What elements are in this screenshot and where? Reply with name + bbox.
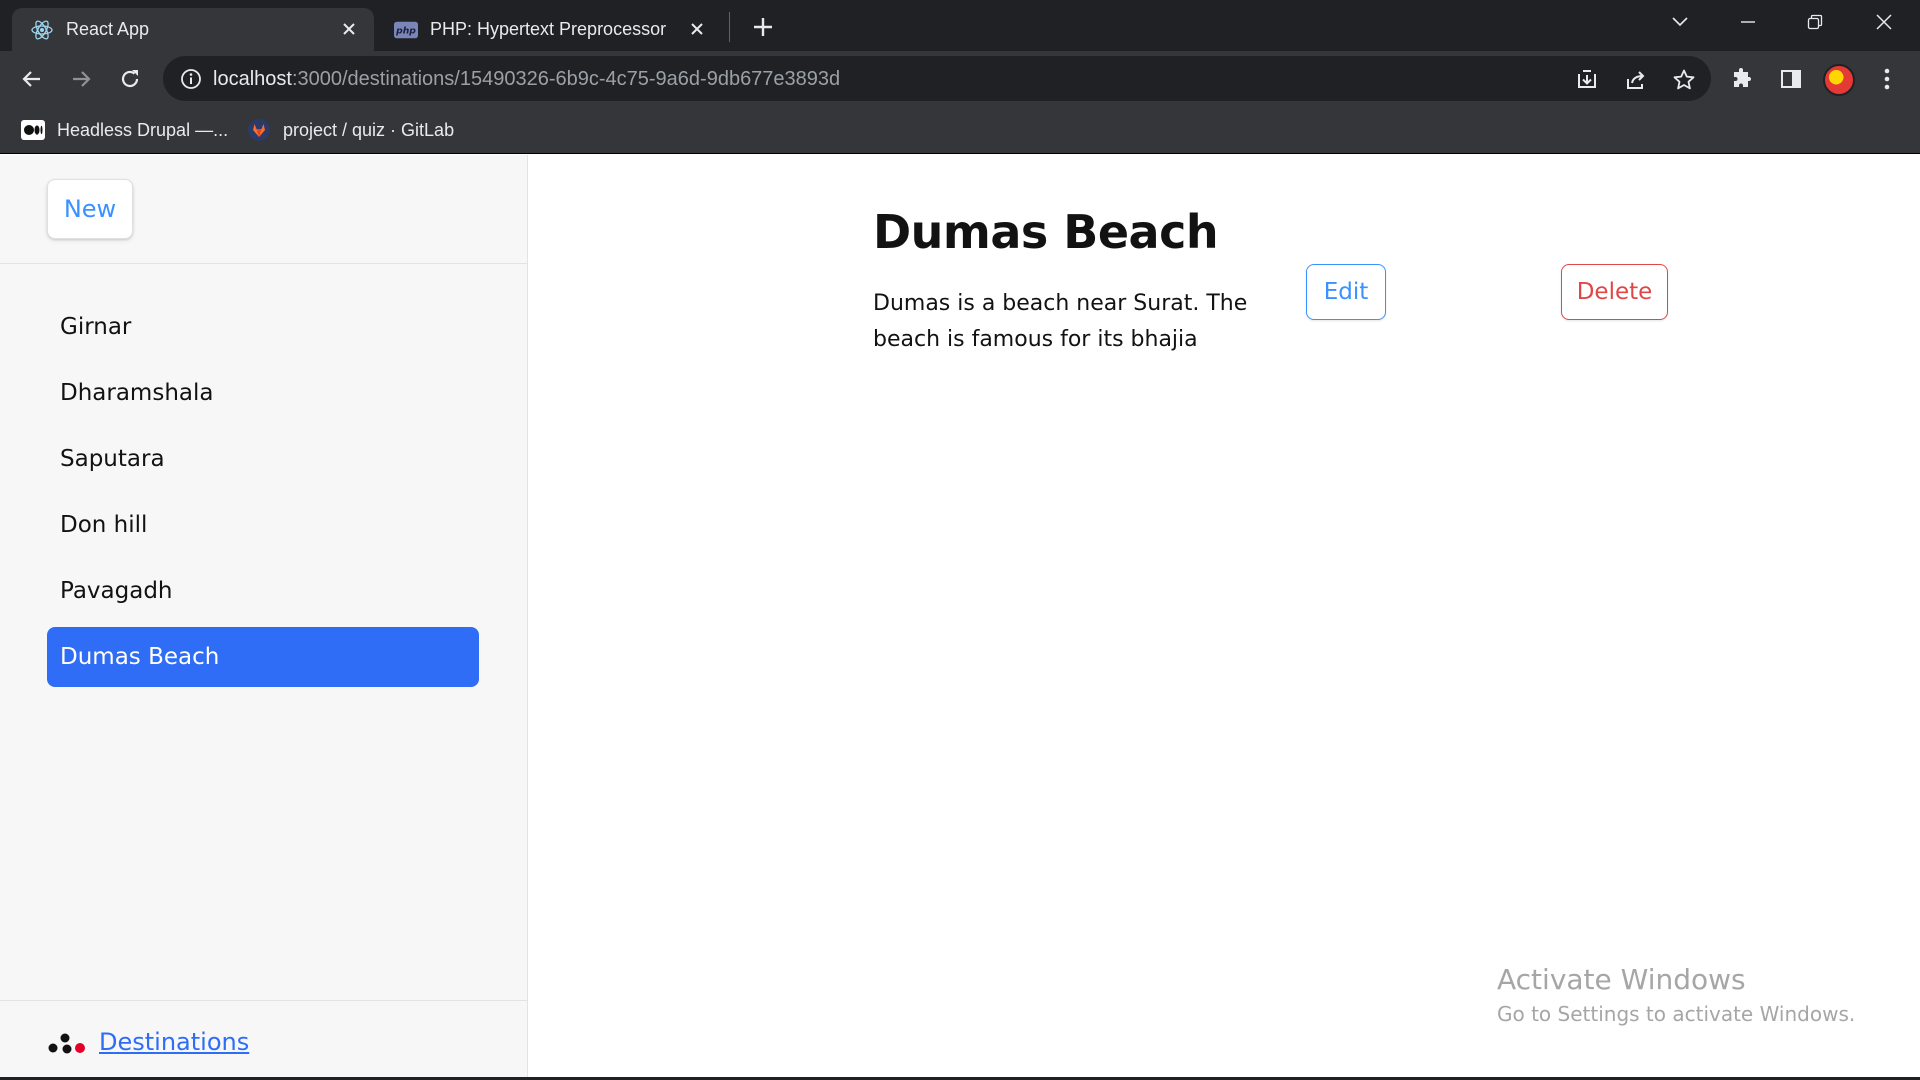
side-panel-icon[interactable] <box>1778 66 1804 92</box>
browser-tab-strip: React App php PHP: Hypertext Preprocesso… <box>0 0 1920 51</box>
sidebar-item-dumas-beach[interactable]: Dumas Beach <box>47 627 479 687</box>
close-tab-icon[interactable] <box>686 18 708 40</box>
tab-title: React App <box>66 19 150 39</box>
menu-kebab-icon[interactable] <box>1874 66 1900 92</box>
sidebar-item-saputara[interactable]: Saputara <box>47 429 479 489</box>
php-icon: php <box>394 18 418 42</box>
url-host: localhost <box>213 68 292 90</box>
back-icon[interactable] <box>17 64 47 94</box>
react-icon <box>30 18 54 42</box>
react-router-logo-icon <box>48 1033 85 1054</box>
new-tab-button[interactable] <box>748 12 778 42</box>
sidebar-footer: Destinations <box>0 1000 527 1080</box>
delete-button[interactable]: Delete <box>1561 264 1668 320</box>
brand: Destinations <box>47 1028 249 1056</box>
share-icon[interactable] <box>1623 67 1649 93</box>
sidebar-item-don-hill[interactable]: Don hill <box>47 495 479 555</box>
tab-react-app[interactable]: React App <box>12 8 374 51</box>
bookmark-label: project / quiz · GitLab <box>283 119 455 140</box>
app-root: New Girnar Dharamshala Saputara Don hill… <box>0 155 1920 1080</box>
install-app-icon[interactable] <box>1574 67 1600 93</box>
sidebar-header: New <box>0 155 527 264</box>
medium-icon <box>21 118 45 142</box>
bookmark-star-icon[interactable] <box>1671 67 1697 93</box>
destination-list: Girnar Dharamshala Saputara Don hill Pav… <box>47 297 479 693</box>
close-tab-icon[interactable] <box>338 18 360 40</box>
extensions-icon[interactable] <box>1729 66 1755 92</box>
close-window-icon[interactable] <box>1864 6 1904 38</box>
sidebar-item-girnar[interactable]: Girnar <box>47 297 479 357</box>
tab-search-icon[interactable] <box>1660 6 1700 38</box>
new-button[interactable]: New <box>47 179 133 239</box>
forward-icon[interactable] <box>66 64 96 94</box>
tab-separator <box>729 12 730 42</box>
url-path: :3000/destinations/15490326-6b9c-4c75-9a… <box>291 68 841 90</box>
sidebar-item-dharamshala[interactable]: Dharamshala <box>47 363 479 423</box>
site-info-icon[interactable] <box>179 67 203 91</box>
restore-icon[interactable] <box>1795 6 1835 38</box>
sidebar: New Girnar Dharamshala Saputara Don hill… <box>0 155 528 1080</box>
bookmark-headless-drupal[interactable]: Headless Drupal —... <box>21 116 228 144</box>
bookmark-gitlab[interactable]: project / quiz · GitLab <box>247 116 454 144</box>
browser-toolbar: localhost:3000/destinations/15490326-6b9… <box>0 51 1920 106</box>
tab-title: PHP: Hypertext Preprocessor <box>430 19 667 39</box>
profile-avatar[interactable] <box>1823 64 1855 96</box>
watermark-title: Activate Windows <box>1497 963 1746 996</box>
reload-icon[interactable] <box>115 64 145 94</box>
gitlab-icon <box>247 118 271 142</box>
address-bar[interactable]: localhost:3000/destinations/15490326-6b9… <box>163 56 1711 101</box>
tab-php[interactable]: php PHP: Hypertext Preprocessor <box>376 8 722 51</box>
watermark-subtitle: Go to Settings to activate Windows. <box>1497 1002 1856 1026</box>
destination-title: Dumas Beach <box>873 205 1219 259</box>
bookmark-label: Headless Drupal —... <box>57 119 229 140</box>
destination-description: Dumas is a beach near Surat. The beach i… <box>873 291 1248 352</box>
url-text[interactable]: localhost:3000/destinations/15490326-6b9… <box>213 68 840 91</box>
bookmarks-bar: Headless Drupal —... project / quiz · Gi… <box>0 106 1920 154</box>
activate-windows-watermark: Activate Windows Go to Settings to activ… <box>1497 963 1855 1026</box>
sidebar-item-pavagadh[interactable]: Pavagadh <box>47 561 479 621</box>
destinations-link[interactable]: Destinations <box>99 1028 249 1056</box>
destination-detail: Dumas Beach Dumas is a beach near Surat.… <box>528 155 1920 1080</box>
svg-text:php: php <box>395 26 416 37</box>
minimize-icon[interactable] <box>1728 6 1768 38</box>
edit-button[interactable]: Edit <box>1306 264 1386 320</box>
